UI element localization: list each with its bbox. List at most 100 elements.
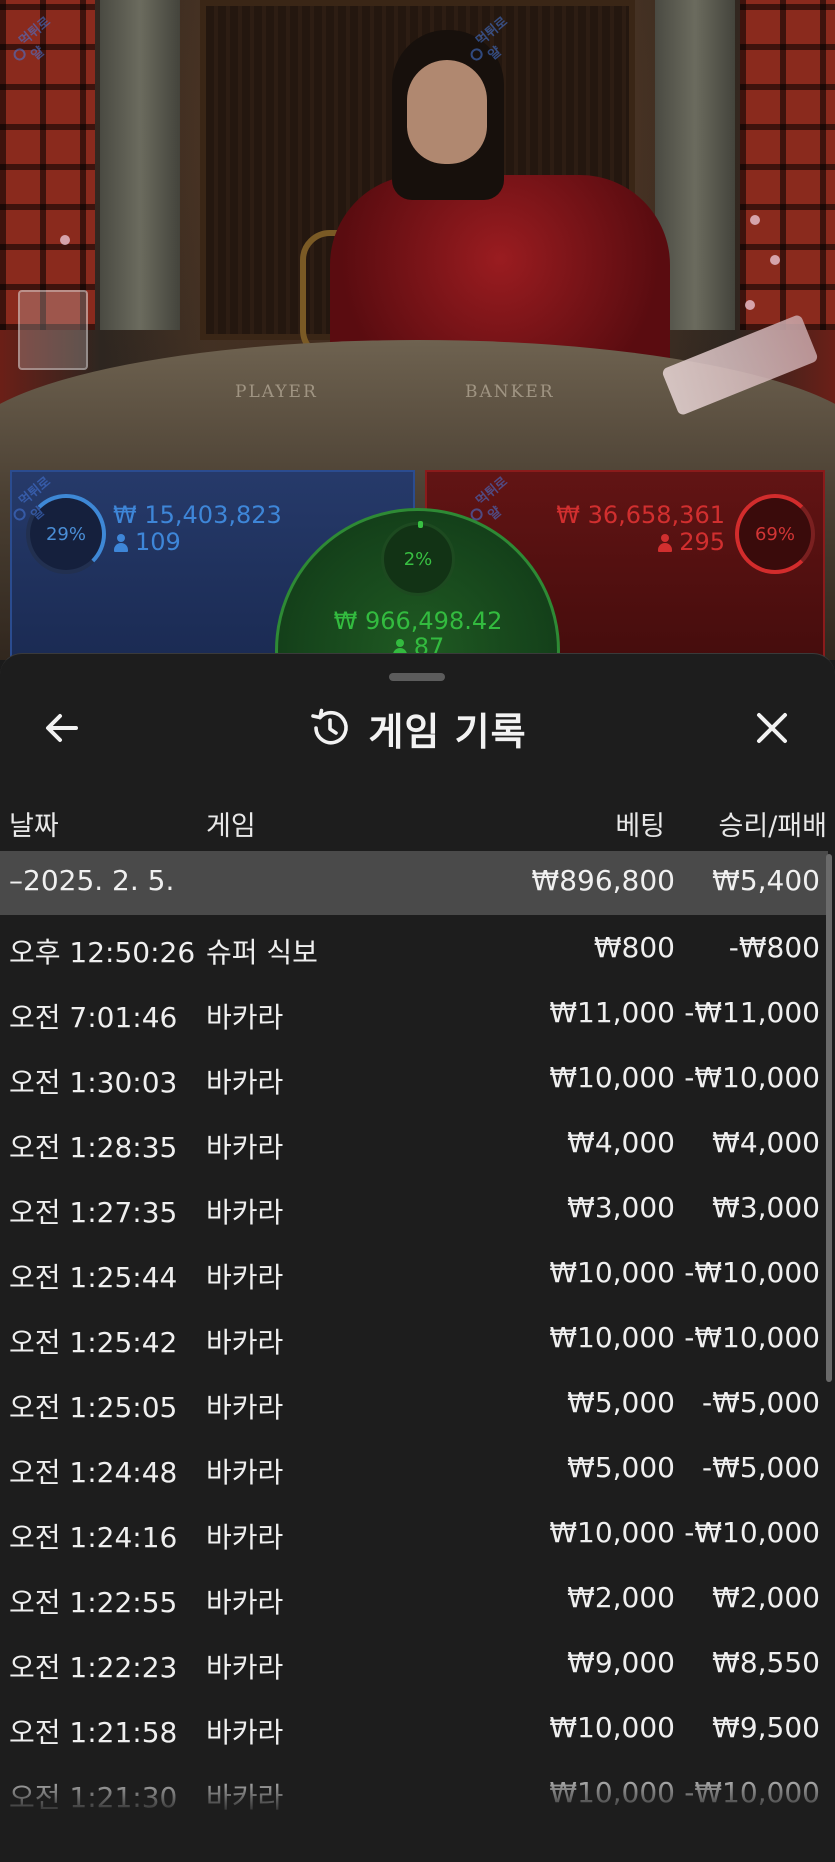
tie-total-amount: ₩ 966,498.42 [333,607,503,635]
row-win-loss: -₩10,000 [684,1516,820,1549]
row-win-loss: ₩4,000 [712,1126,820,1159]
close-icon [757,713,787,743]
person-icon [657,534,673,552]
row-game: 바카라 [206,1001,284,1034]
sheet-title-text: 게임 기록 [368,709,527,754]
row-bet: ₩5,000 [567,1451,675,1484]
row-time: 오전 7:01:46 [9,1001,178,1034]
banker-bettor-count: 295 [657,528,725,556]
history-clock-icon [311,708,349,745]
sheet-title: 게임 기록 [0,700,835,756]
date-group-row[interactable]: –2025. 2. 5. ₩896,800 ₩5,400 [0,851,828,915]
row-win-loss: -₩5,000 [702,1451,820,1484]
banker-percent: 69% [754,523,795,545]
column-header-bet: 베팅 [615,811,665,842]
row-game: 바카라 [206,1261,284,1294]
row-bet: ₩11,000 [549,996,675,1029]
row-bet: ₩10,000 [549,1256,675,1289]
history-row[interactable]: 오전 1:25:42 바카라 ₩10,000 -₩10,000 [0,1308,828,1373]
row-bet: ₩4,000 [567,1126,675,1159]
history-row[interactable]: 오전 1:25:05 바카라 ₩5,000 -₩5,000 [0,1373,828,1438]
table-label-player: PLAYER [235,382,318,402]
blossom-decor [60,235,70,245]
row-game: 바카라 [206,1391,284,1424]
row-time: 오전 1:27:35 [9,1196,178,1229]
banker-percent-ring: 69% [735,494,815,574]
row-bet: ₩2,000 [567,1581,675,1614]
banker-total-amount: ₩ 36,658,361 [556,501,725,529]
history-row[interactable]: 오전 1:22:55 바카라 ₩2,000 ₩2,000 [0,1568,828,1633]
row-time: 오전 1:22:55 [9,1586,178,1619]
history-row[interactable]: 오전 7:01:46 바카라 ₩11,000 -₩11,000 [0,983,828,1048]
history-row[interactable]: 오전 1:28:35 바카라 ₩4,000 ₩4,000 [0,1113,828,1178]
row-time: 오후 12:50:26 [9,936,196,969]
row-game: 바카라 [206,1651,284,1684]
row-win-loss: ₩8,550 [712,1646,820,1679]
card-holder [18,290,88,370]
close-button[interactable] [750,706,794,750]
history-row[interactable]: 오전 1:24:16 바카라 ₩10,000 -₩10,000 [0,1503,828,1568]
table-label-banker: BANKER [465,382,555,402]
column-header-win-loss: 승리/패배 [718,811,827,842]
row-game: 바카라 [206,1586,284,1619]
drag-handle[interactable] [389,673,445,681]
row-time: 오전 1:28:35 [9,1131,178,1164]
history-row[interactable]: 오전 1:24:48 바카라 ₩5,000 -₩5,000 [0,1438,828,1503]
row-win-loss: -₩10,000 [684,1256,820,1289]
tie-percent-ring: 2% [381,521,455,596]
player-percent: 29% [45,523,86,545]
history-row[interactable]: 오전 1:25:44 바카라 ₩10,000 -₩10,000 [0,1243,828,1308]
column-header-game: 게임 [206,811,256,842]
pillar-left [100,0,180,330]
player-total-amount: ₩ 15,403,823 [113,501,282,529]
history-list: 오후 12:50:26 슈퍼 식보 ₩800 -₩800 오전 7:01:46 바카라 ₩1… [0,918,828,1828]
row-time: 오전 1:24:16 [9,1521,178,1554]
row-win-loss: ₩2,000 [712,1581,820,1614]
row-time: 오전 1:25:42 [9,1326,178,1359]
tie-percent: 2% [403,548,433,570]
row-bet: ₩10,000 [549,1711,675,1744]
history-row[interactable]: 오후 12:50:26 슈퍼 식보 ₩800 -₩800 [0,918,828,983]
row-time: 오전 1:30:03 [9,1066,178,1099]
date-group-win-loss-total: ₩5,400 [712,864,820,897]
row-bet: ₩9,000 [567,1646,675,1679]
row-bet: ₩800 [593,931,675,964]
row-win-loss: ₩9,500 [712,1711,820,1744]
row-bet: ₩10,000 [549,1061,675,1094]
dealer-face [407,60,487,164]
scrollbar[interactable] [826,854,832,1382]
person-icon [113,534,129,552]
row-time: 오전 1:25:44 [9,1261,178,1294]
column-header-date: 날짜 [9,811,59,842]
row-time: 오전 1:21:58 [9,1716,178,1749]
lattice-decor-right [740,0,835,330]
row-game: 바카라 [206,1326,284,1359]
row-game: 바카라 [206,1196,284,1229]
date-group-label: –2025. 2. 5. [9,864,175,897]
row-win-loss: -₩5,000 [702,1386,820,1419]
row-win-loss: ₩3,000 [712,1191,820,1224]
row-win-loss: -₩10,000 [684,1061,820,1094]
date-group-bet-total: ₩896,800 [531,864,675,897]
row-game: 바카라 [206,1131,284,1164]
row-bet: ₩5,000 [567,1386,675,1419]
row-game: 바카라 [206,1066,284,1099]
row-win-loss: -₩10,000 [684,1321,820,1354]
table-header: 날짜 게임 베팅 승리/패배 [0,804,835,844]
blossom-decor [750,215,760,225]
blossom-decor [745,300,755,310]
game-history-sheet: 게임 기록 날짜 게임 베팅 승리/패배 –2025. 2. 5. ₩896,8… [0,653,835,1862]
row-time: 오전 1:25:05 [9,1391,178,1424]
player-count-value: 109 [135,528,181,556]
row-time: 오전 1:22:23 [9,1651,178,1684]
player-bettor-count: 109 [113,528,181,556]
row-bet: ₩10,000 [549,1321,675,1354]
history-row[interactable]: 오전 1:27:35 바카라 ₩3,000 ₩3,000 [0,1178,828,1243]
row-win-loss: -₩11,000 [684,996,820,1029]
row-game: 바카라 [206,1521,284,1554]
row-game: 바카라 [206,1716,284,1749]
history-row[interactable]: 오전 1:22:23 바카라 ₩9,000 ₩8,550 [0,1633,828,1698]
row-bet: ₩10,000 [549,1516,675,1549]
history-row[interactable]: 오전 1:21:58 바카라 ₩10,000 ₩9,500 [0,1698,828,1763]
history-row[interactable]: 오전 1:30:03 바카라 ₩10,000 -₩10,000 [0,1048,828,1113]
